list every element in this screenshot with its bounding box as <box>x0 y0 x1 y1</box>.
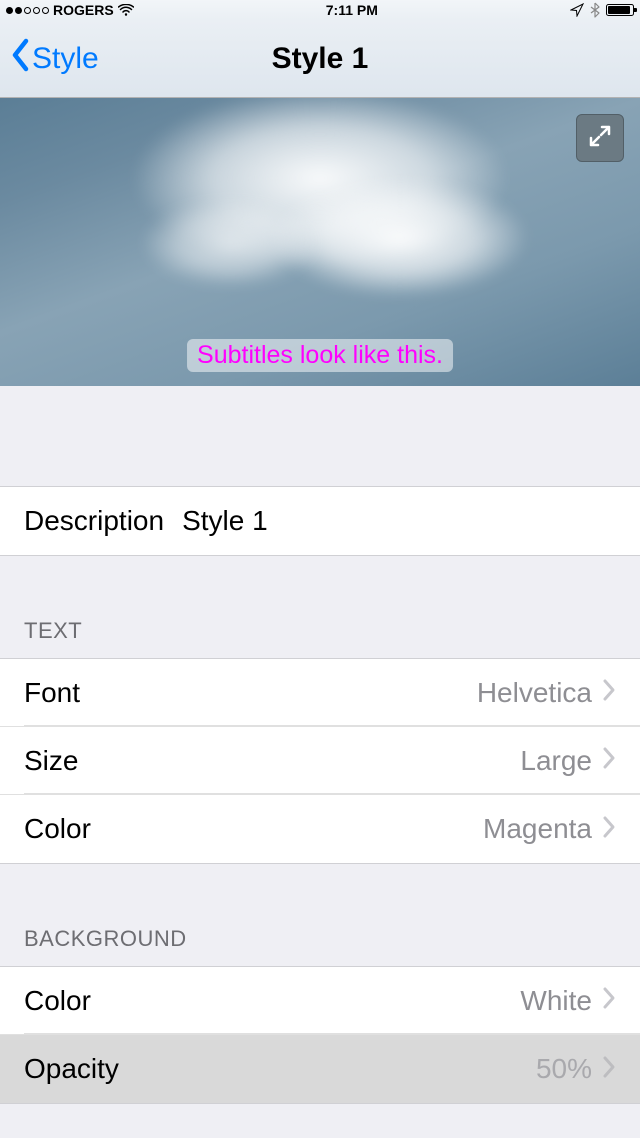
expand-button[interactable] <box>576 114 624 162</box>
section-header-background: BACKGROUND <box>0 926 640 966</box>
chevron-right-icon <box>602 986 616 1015</box>
status-time: 7:11 PM <box>326 2 378 18</box>
description-row[interactable]: Description Style 1 <box>0 487 640 555</box>
bg-color-label: Color <box>24 985 91 1017</box>
font-value: Helvetica <box>477 677 592 709</box>
text-color-row[interactable]: Color Magenta <box>0 795 640 863</box>
status-left: ROGERS <box>6 2 134 18</box>
size-row[interactable]: Size Large <box>0 727 640 795</box>
back-button[interactable]: Style <box>10 37 99 81</box>
carrier-label: ROGERS <box>53 2 114 18</box>
description-label: Description <box>24 505 164 537</box>
back-label: Style <box>32 42 99 76</box>
background-group: Color White Opacity 50% <box>0 967 640 1103</box>
bluetooth-icon <box>590 2 600 18</box>
status-right <box>570 2 634 18</box>
wifi-icon <box>118 4 134 16</box>
section-header-text: TEXT <box>0 618 640 658</box>
bg-opacity-label: Opacity <box>24 1053 119 1085</box>
text-color-label: Color <box>24 813 91 845</box>
location-icon <box>570 3 584 17</box>
page-title: Style 1 <box>272 42 369 76</box>
chevron-right-icon <box>602 815 616 844</box>
chevron-left-icon <box>10 37 32 81</box>
status-bar: ROGERS 7:11 PM <box>0 0 640 20</box>
spacer <box>0 386 640 486</box>
text-group: Font Helvetica Size Large Color Magenta <box>0 659 640 863</box>
text-color-value: Magenta <box>483 813 592 845</box>
chevron-right-icon <box>602 746 616 775</box>
cloud-decoration <box>140 198 320 288</box>
bg-opacity-value: 50% <box>536 1053 592 1085</box>
bg-opacity-row[interactable]: Opacity 50% <box>0 1035 640 1103</box>
description-group: Description Style 1 <box>0 487 640 555</box>
subtitle-preview: Subtitles look like this. <box>0 98 640 386</box>
chevron-right-icon <box>602 678 616 707</box>
bg-color-value: White <box>520 985 592 1017</box>
expand-icon <box>587 123 613 154</box>
chevron-right-icon <box>602 1055 616 1084</box>
nav-bar: Style Style 1 <box>0 20 640 98</box>
subtitle-sample: Subtitles look like this. <box>187 339 453 372</box>
font-row[interactable]: Font Helvetica <box>0 659 640 727</box>
signal-dots-icon <box>6 7 49 14</box>
font-label: Font <box>24 677 80 709</box>
size-label: Size <box>24 745 78 777</box>
battery-icon <box>606 4 634 16</box>
description-value: Style 1 <box>182 505 268 537</box>
size-value: Large <box>520 745 592 777</box>
bg-color-row[interactable]: Color White <box>0 967 640 1035</box>
